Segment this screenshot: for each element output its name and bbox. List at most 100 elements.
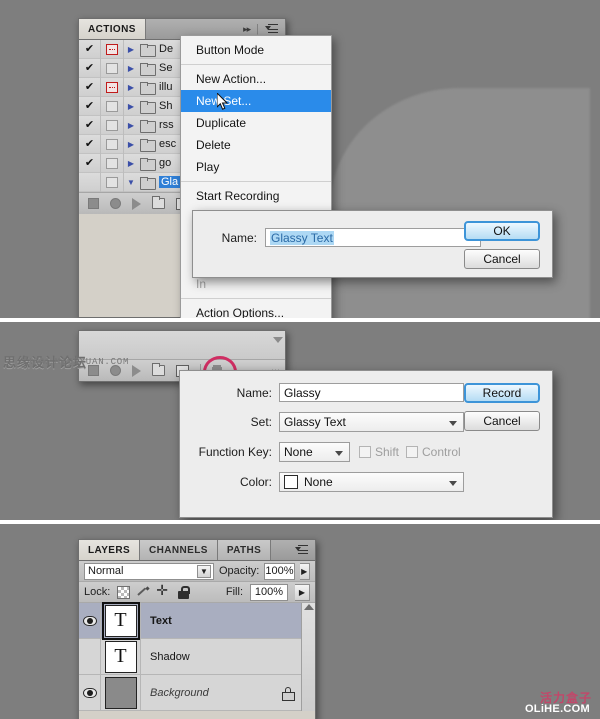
shift-label: Shift [375, 445, 400, 459]
play-icon[interactable] [132, 197, 141, 210]
layer-visibility-toggle[interactable] [79, 639, 101, 674]
menu-item[interactable]: Delete [181, 134, 331, 156]
new-set-folder-icon[interactable] [152, 196, 165, 209]
action-enabled-checkbox[interactable]: ✔ [79, 58, 101, 78]
blend-mode-dropdown[interactable]: Normal ▼ [84, 562, 214, 580]
layer-name: Text [150, 614, 172, 627]
control-checkbox[interactable]: Control [406, 445, 461, 459]
dialog-toggle-icon [106, 100, 118, 112]
triangle-right-icon[interactable]: ▶ [124, 83, 138, 92]
layers-panel: LAYERS CHANNELS PATHS Normal ▼ Opacity: 10… [78, 539, 316, 719]
collapse-arrows-icon[interactable]: ▸▸ [243, 24, 251, 35]
menu-item[interactable]: New Set... [181, 90, 331, 112]
triangle-right-icon[interactable]: ▶ [124, 159, 138, 168]
dialog-toggle-icon [106, 81, 118, 93]
new-action-name-input[interactable]: Glassy [279, 383, 464, 402]
layers-scrollbar[interactable] [301, 603, 315, 711]
triangle-right-icon[interactable]: ▶ [124, 121, 138, 130]
action-dialog-toggle[interactable] [101, 172, 124, 192]
action-dialog-toggle[interactable] [101, 115, 124, 135]
action-enabled-checkbox[interactable]: ✔ [79, 134, 101, 154]
action-set-name: Se [159, 62, 173, 74]
action-dialog-toggle[interactable] [101, 134, 124, 154]
new-action-record-button[interactable]: Record [464, 383, 540, 403]
lock-transparent-pixels-icon[interactable] [117, 585, 131, 599]
menu-item[interactable]: Start Recording [181, 185, 331, 207]
new-action-cancel-button[interactable]: Cancel [464, 411, 540, 431]
new-action-dialog: Name: Glassy Set: Glassy Text Function K… [179, 370, 553, 518]
action-dialog-toggle[interactable] [101, 153, 124, 173]
layer-name: Background [150, 686, 209, 699]
fill-input[interactable]: 100% [250, 583, 288, 601]
fill-stepper-icon[interactable]: ▶ [295, 583, 310, 601]
triangle-down-icon[interactable]: ▼ [124, 178, 138, 187]
action-set-name: Sh [159, 100, 173, 112]
scroll-up-arrow-icon[interactable] [304, 604, 314, 610]
layer-row[interactable]: T Text [79, 601, 315, 640]
menu-item[interactable]: Duplicate [181, 112, 331, 134]
record-icon[interactable] [110, 198, 121, 209]
tab-paths[interactable]: PATHS [217, 540, 272, 560]
action-set-name: illu [159, 81, 173, 93]
action-dialog-toggle[interactable] [101, 58, 124, 78]
layer-visibility-toggle[interactable] [79, 675, 101, 710]
action-dialog-toggle[interactable] [101, 39, 124, 59]
tab-actions[interactable]: ACTIONS [79, 19, 146, 39]
menu-item[interactable]: Button Mode [181, 39, 331, 61]
layer-thumbnail-cell [101, 675, 141, 710]
new-set-cancel-button[interactable]: Cancel [464, 249, 540, 269]
action-dialog-toggle[interactable] [101, 77, 124, 97]
action-enabled-checkbox[interactable]: ✔ [79, 153, 101, 173]
new-action-color-dropdown[interactable]: None [279, 472, 464, 492]
watermark-left-site: WWW.MISSYUAN.COM [30, 357, 130, 367]
scroll-down-arrow-icon[interactable] [273, 337, 283, 343]
action-enabled-checkbox[interactable]: ✔ [79, 96, 101, 116]
lock-all-icon[interactable] [177, 585, 191, 599]
tab-layers[interactable]: LAYERS [79, 540, 141, 560]
menu-item[interactable]: New Action... [181, 68, 331, 90]
menu-separator [181, 181, 331, 182]
new-set-folder-icon-2[interactable] [152, 363, 165, 376]
opacity-stepper-icon[interactable]: ▶ [299, 562, 310, 580]
layer-row[interactable]: T Shadow [79, 639, 315, 675]
new-set-ok-button[interactable]: OK [464, 221, 540, 241]
check-icon: ✔ [84, 61, 95, 74]
folder-icon [140, 100, 156, 114]
menu-item[interactable]: Play [181, 156, 331, 178]
play-icon-2[interactable] [132, 364, 141, 377]
action-dialog-toggle[interactable] [101, 96, 124, 116]
triangle-right-icon[interactable]: ▶ [124, 102, 138, 111]
tab-channels[interactable]: CHANNELS [140, 540, 218, 560]
panel-menu-icon[interactable] [265, 23, 279, 35]
layers-tabbar: LAYERS CHANNELS PATHS [79, 540, 315, 561]
folder-icon [140, 43, 156, 57]
stop-icon[interactable] [88, 198, 99, 209]
layers-panel-menu-icon[interactable] [295, 544, 309, 556]
new-set-dialog: Name: Glassy Text OK Cancel [192, 210, 553, 278]
triangle-right-icon[interactable]: ▶ [124, 45, 138, 54]
opacity-input[interactable]: 100% [264, 562, 295, 580]
dialog-toggle-icon [106, 119, 118, 131]
triangle-right-icon[interactable]: ▶ [124, 140, 138, 149]
new-set-name-input[interactable]: Glassy Text [265, 228, 481, 247]
fill-label: Fill: [225, 586, 243, 598]
triangle-right-icon[interactable]: ▶ [124, 64, 138, 73]
menu-item[interactable]: Action Options... [181, 302, 331, 318]
new-action-fkey-row: Function Key: None Shift Control [192, 442, 464, 462]
action-enabled-checkbox[interactable]: ✔ [79, 77, 101, 97]
layer-row[interactable]: Background [79, 675, 315, 711]
blend-mode-value: Normal [88, 565, 124, 577]
layer-visibility-toggle[interactable] [79, 603, 101, 638]
watermark-bottom-right-en: OLiHE.COM [524, 703, 590, 715]
new-action-set-dropdown[interactable]: Glassy Text [279, 412, 464, 432]
action-enabled-checkbox[interactable]: ✔ [79, 39, 101, 59]
layer-thumbnail-cell: T [101, 639, 141, 674]
action-enabled-checkbox[interactable]: ✔ [79, 115, 101, 135]
new-action-function-key-dropdown[interactable]: None [279, 442, 350, 462]
lock-image-pixels-icon[interactable] [137, 586, 150, 599]
lock-position-icon[interactable] [156, 582, 170, 599]
action-enabled-checkbox[interactable] [79, 172, 101, 192]
menu-separator [181, 298, 331, 299]
shift-checkbox[interactable]: Shift [359, 445, 399, 459]
chevron-down-icon [449, 421, 457, 426]
